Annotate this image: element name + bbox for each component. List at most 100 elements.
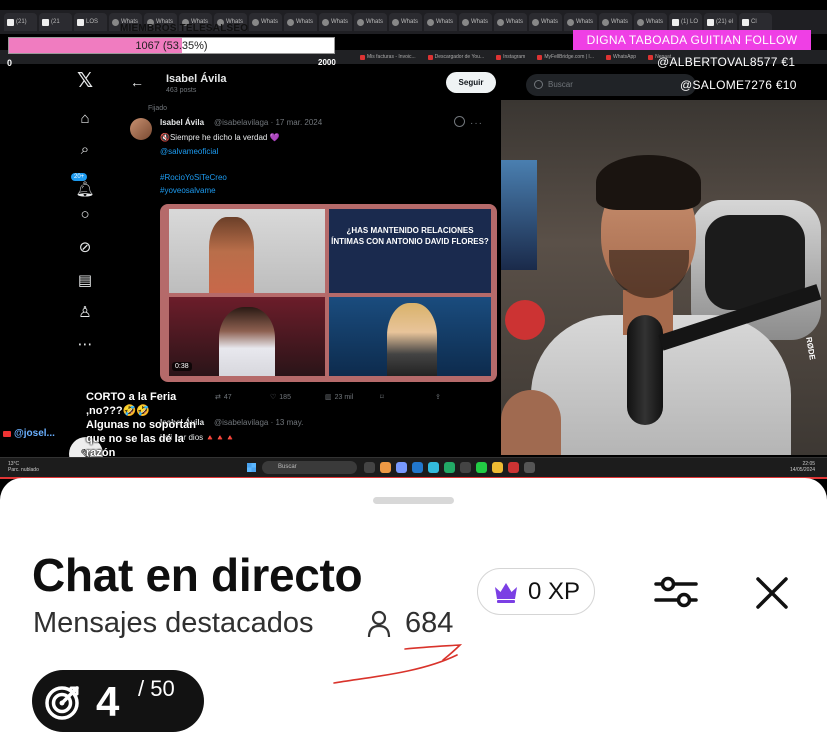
x-logo-icon (42, 18, 49, 26)
more-icon[interactable]: ⋯ (75, 335, 95, 355)
back-arrow-icon[interactable]: ← (130, 74, 144, 90)
video-duration: 0:38 (172, 362, 192, 371)
grok-icon[interactable] (454, 116, 465, 127)
browser-tab[interactable]: Whats (599, 13, 632, 31)
browser-tab[interactable]: Whats (459, 13, 492, 31)
tweet-more-icon[interactable]: ··· (470, 118, 483, 129)
chat-title: Chat en directo (32, 549, 363, 601)
app-icon[interactable] (460, 462, 471, 473)
windows-start-icon[interactable] (247, 463, 256, 472)
goal-progress-text: 1067 (53.35%) (135, 40, 208, 52)
close-icon[interactable] (753, 574, 791, 612)
share-button[interactable]: ⇪ (435, 390, 490, 404)
livestream-video[interactable]: (21) (21 LOS Whats Whats Whats Whats Whats Whats… (0, 0, 827, 478)
tweet-video[interactable]: ¿HAS MANTENIDO RELACIONES ÍNTIMAS CON AN… (160, 204, 497, 382)
like-count: 185 (279, 393, 291, 401)
whatsapp-icon (462, 18, 469, 26)
mail-icon[interactable] (412, 462, 423, 473)
discord-icon[interactable] (396, 462, 407, 473)
browser-tab[interactable]: (1) LO (669, 13, 702, 31)
like-button[interactable]: ♡ 185 (270, 390, 325, 404)
goal-counter-button[interactable]: 4 / 50 (32, 670, 204, 732)
streamer-beard (609, 250, 689, 298)
bookmark-item[interactable]: Instagram (496, 54, 525, 60)
whatsapp-icon (322, 18, 329, 26)
search-input[interactable]: Buscar (526, 74, 696, 96)
browser-tab[interactable]: (21) (4, 13, 37, 31)
app-icon[interactable] (444, 462, 455, 473)
bookmark-icon (648, 54, 654, 60)
home-icon[interactable]: ⌂ (75, 109, 95, 129)
windows-taskbar: 13°C Parc. nublado Buscar 22:05 14/05/20… (0, 457, 827, 477)
bookmark-button[interactable]: ⌑ (380, 390, 435, 404)
browser-tab[interactable]: Whats (389, 13, 422, 31)
browser-tab[interactable]: Whats (249, 13, 282, 31)
browser-tab-label: Whats (611, 19, 629, 25)
browser-tab[interactable]: Whats (354, 13, 387, 31)
profile-icon[interactable]: ♙ (75, 303, 95, 323)
tweet-hashtag[interactable]: #yoveosalvame (160, 186, 216, 195)
tweet-text: 🔇Siempre he dicho la verdad 💜 (160, 133, 280, 142)
edge-icon[interactable] (428, 462, 439, 473)
bookmark-item[interactable]: Descargador de You... (427, 54, 484, 60)
browser-tab-label: LOS (86, 19, 99, 25)
tweet-author[interactable]: Isabel Ávila (160, 118, 204, 127)
app-icon[interactable] (508, 462, 519, 473)
browser-tab[interactable]: (21 (39, 13, 72, 31)
browser-tab[interactable]: Whats (529, 13, 562, 31)
browser-tab[interactable]: Cl (739, 13, 772, 31)
browser-tab-label: Whats (541, 19, 559, 25)
browser-tab[interactable]: Whats (319, 13, 352, 31)
avatar[interactable] (130, 118, 152, 140)
messages-icon[interactable]: ○ (75, 205, 95, 225)
bookmark-label: Instagram (503, 54, 526, 60)
app-icon[interactable] (524, 462, 535, 473)
browser-tab[interactable]: Whats (284, 13, 317, 31)
browser-tab-label: Whats (296, 19, 314, 25)
views-icon: ▥ (325, 394, 332, 401)
chat-mode-selector[interactable]: Mensajes destacados (33, 606, 314, 640)
video-question-panel: ¿HAS MANTENIDO RELACIONES ÍNTIMAS CON AN… (329, 209, 491, 293)
xp-button[interactable]: 0 XP (477, 568, 595, 615)
whatsapp-icon (532, 18, 539, 26)
x-logo-icon (7, 18, 14, 26)
screen: (21) (21 LOS Whats Whats Whats Whats Whats Whats… (0, 0, 827, 743)
profile-name: Isabel Ávila (166, 73, 227, 85)
whatsapp-icon (112, 18, 119, 26)
whatsapp-icon (357, 18, 364, 26)
chrome-icon[interactable] (380, 462, 391, 473)
whatsapp-icon[interactable] (476, 462, 487, 473)
browser-tab[interactable]: Whats (564, 13, 597, 31)
taskbar-clock: 22:05 14/05/2024 (790, 461, 815, 473)
browser-tab-label: Cl (751, 19, 757, 25)
follow-button[interactable]: Seguir (446, 72, 496, 93)
browser-tab[interactable]: (21) el (704, 13, 737, 31)
browser-tab[interactable]: Whats (634, 13, 667, 31)
notifications-icon[interactable]: 🔔︎ (75, 180, 95, 200)
weather-text: 13°C Parc. nublado (8, 461, 39, 473)
person-icon (367, 610, 391, 638)
grok-icon[interactable]: ⊘ (75, 238, 95, 258)
x-logo-icon[interactable]: 𝕏 (75, 71, 95, 91)
browser-tab[interactable]: Whats (424, 13, 457, 31)
browser-tab-label: Whats (401, 19, 419, 25)
views-button[interactable]: ▥ 23 mil (325, 390, 380, 404)
youtube-icon (3, 430, 11, 437)
goal-min: 0 (7, 58, 13, 68)
browser-tab[interactable]: Whats (494, 13, 527, 31)
bookmark-item[interactable]: MyFellBridge.com | I... (537, 54, 594, 60)
bookmark-item[interactable]: Mis facturas - Invoic... (360, 54, 416, 60)
folder-icon[interactable] (492, 462, 503, 473)
search-icon[interactable]: ⌕ (75, 140, 95, 160)
sheet-grabber[interactable] (373, 497, 454, 504)
lists-icon[interactable]: ▤ (75, 271, 95, 291)
sliders-icon[interactable] (653, 572, 699, 612)
browser-tab[interactable]: LOS (74, 13, 107, 31)
taskview-icon[interactable] (364, 462, 375, 473)
tweet-hashtag[interactable]: #RocioYoSiTeCreo (160, 173, 227, 182)
browser-tab-label: Whats (331, 19, 349, 25)
bookmark-item[interactable]: WhatsApp (606, 54, 636, 60)
taskbar-search[interactable]: Buscar (262, 461, 357, 474)
browser-tab-label: Whats (366, 19, 384, 25)
tweet-mention[interactable]: @salvameoficial (160, 147, 218, 156)
